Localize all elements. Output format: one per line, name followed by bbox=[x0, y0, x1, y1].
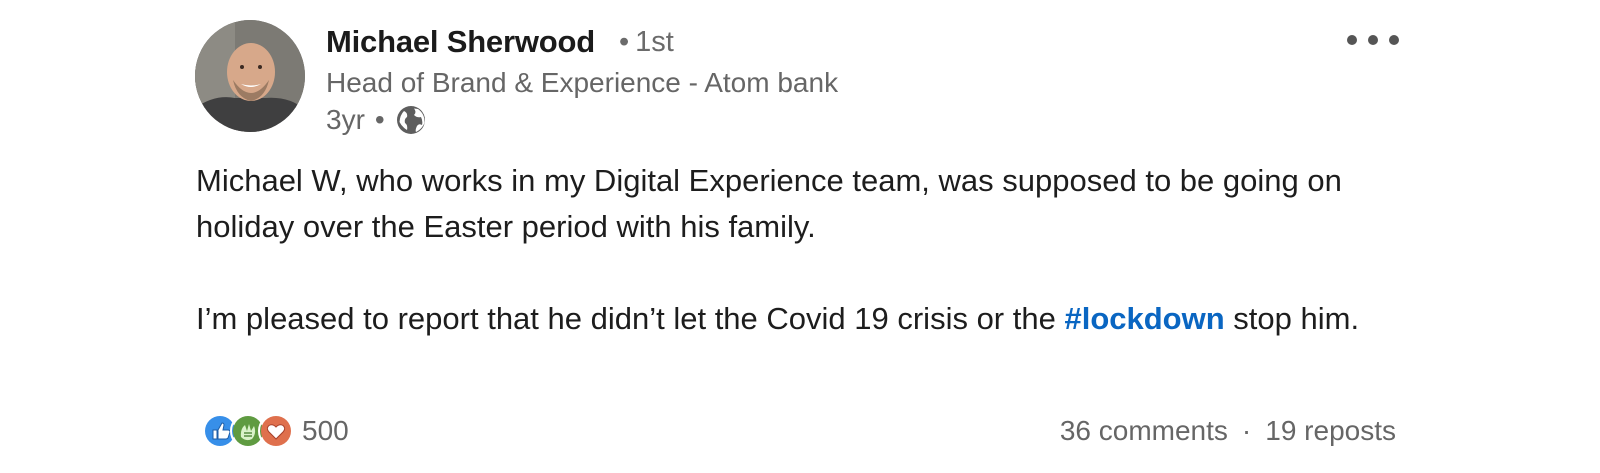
reaction-count: 500 bbox=[302, 415, 349, 446]
reposts-count-link[interactable]: 19 reposts bbox=[1265, 415, 1396, 447]
more-horizontal-icon-dot bbox=[1347, 35, 1357, 45]
avatar-photo bbox=[195, 20, 305, 132]
comments-count-link[interactable]: 36 comments bbox=[1060, 415, 1228, 447]
hashtag-lockdown-link[interactable]: #lockdown bbox=[1064, 301, 1224, 336]
more-options-button[interactable] bbox=[1347, 28, 1399, 52]
post-time[interactable]: 3yr bbox=[326, 104, 365, 136]
globe-icon bbox=[395, 104, 427, 136]
degree-label: 1st bbox=[635, 26, 674, 58]
love-icon bbox=[258, 413, 294, 449]
post-stats: 36 comments · 19 reposts bbox=[1060, 413, 1396, 449]
more-horizontal-icon-dot bbox=[1389, 35, 1399, 45]
connection-degree: • 1st bbox=[619, 26, 674, 59]
paragraph-2-text-start: I’m pleased to report that he didn’t let… bbox=[196, 301, 1065, 336]
degree-separator: • bbox=[619, 26, 630, 58]
author-avatar[interactable] bbox=[195, 20, 305, 132]
post-body: Michael W, who works in my Digital Exper… bbox=[196, 158, 1406, 342]
post-paragraph-2: I’m pleased to report that he didn’t let… bbox=[196, 296, 1406, 342]
more-horizontal-icon-dot bbox=[1368, 35, 1378, 45]
post-paragraph-1: Michael W, who works in my Digital Exper… bbox=[196, 163, 1342, 244]
author-name[interactable]: Michael Sherwood bbox=[326, 24, 595, 60]
meta-separator: • bbox=[374, 104, 385, 135]
reactions-summary[interactable]: 500 bbox=[202, 413, 349, 449]
stats-separator: · bbox=[1241, 415, 1252, 446]
paragraph-2-text-end: stop him. bbox=[1224, 301, 1360, 336]
author-headline: Head of Brand & Experience - Atom bank bbox=[326, 67, 839, 98]
post-meta: 3yr • bbox=[326, 102, 427, 138]
